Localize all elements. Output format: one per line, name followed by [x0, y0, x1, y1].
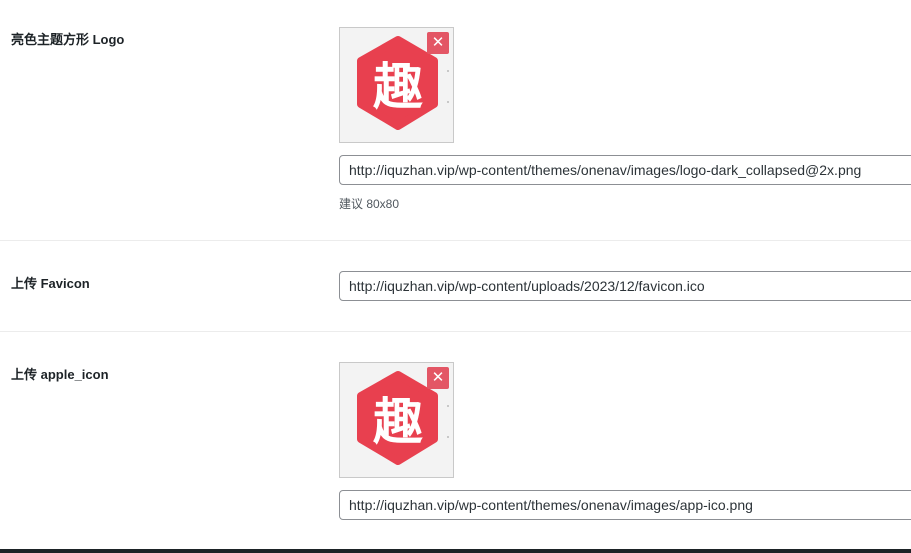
close-icon: ✕ [431, 369, 445, 386]
apple-icon-url-input[interactable]: http://iquzhan.vip/wp-content/themes/one… [339, 490, 911, 520]
close-icon: ✕ [431, 34, 445, 51]
apple-icon-image-preview: 趣 ✕ [339, 362, 454, 478]
apple-icon-field-label: 上传 apple_icon [11, 367, 109, 382]
apple-icon-glyph: 趣 [373, 392, 423, 451]
favicon-url-input[interactable]: http://iquzhan.vip/wp-content/uploads/20… [339, 271, 911, 301]
favicon-field-label: 上传 Favicon [11, 276, 90, 291]
logo-field-label: 亮色主题方形 Logo [11, 32, 125, 47]
logo-remove-button[interactable]: ✕ [427, 32, 449, 54]
separator [0, 331, 911, 332]
separator [0, 240, 911, 241]
apple-icon-remove-button[interactable]: ✕ [427, 367, 449, 389]
logo-image-preview: 趣 ✕ [339, 27, 454, 143]
logo-url-input[interactable]: http://iquzhan.vip/wp-content/themes/one… [339, 155, 911, 185]
bottom-border [0, 549, 911, 553]
logo-glyph: 趣 [373, 57, 423, 116]
logo-size-hint: 建议 80x80 [339, 197, 400, 211]
